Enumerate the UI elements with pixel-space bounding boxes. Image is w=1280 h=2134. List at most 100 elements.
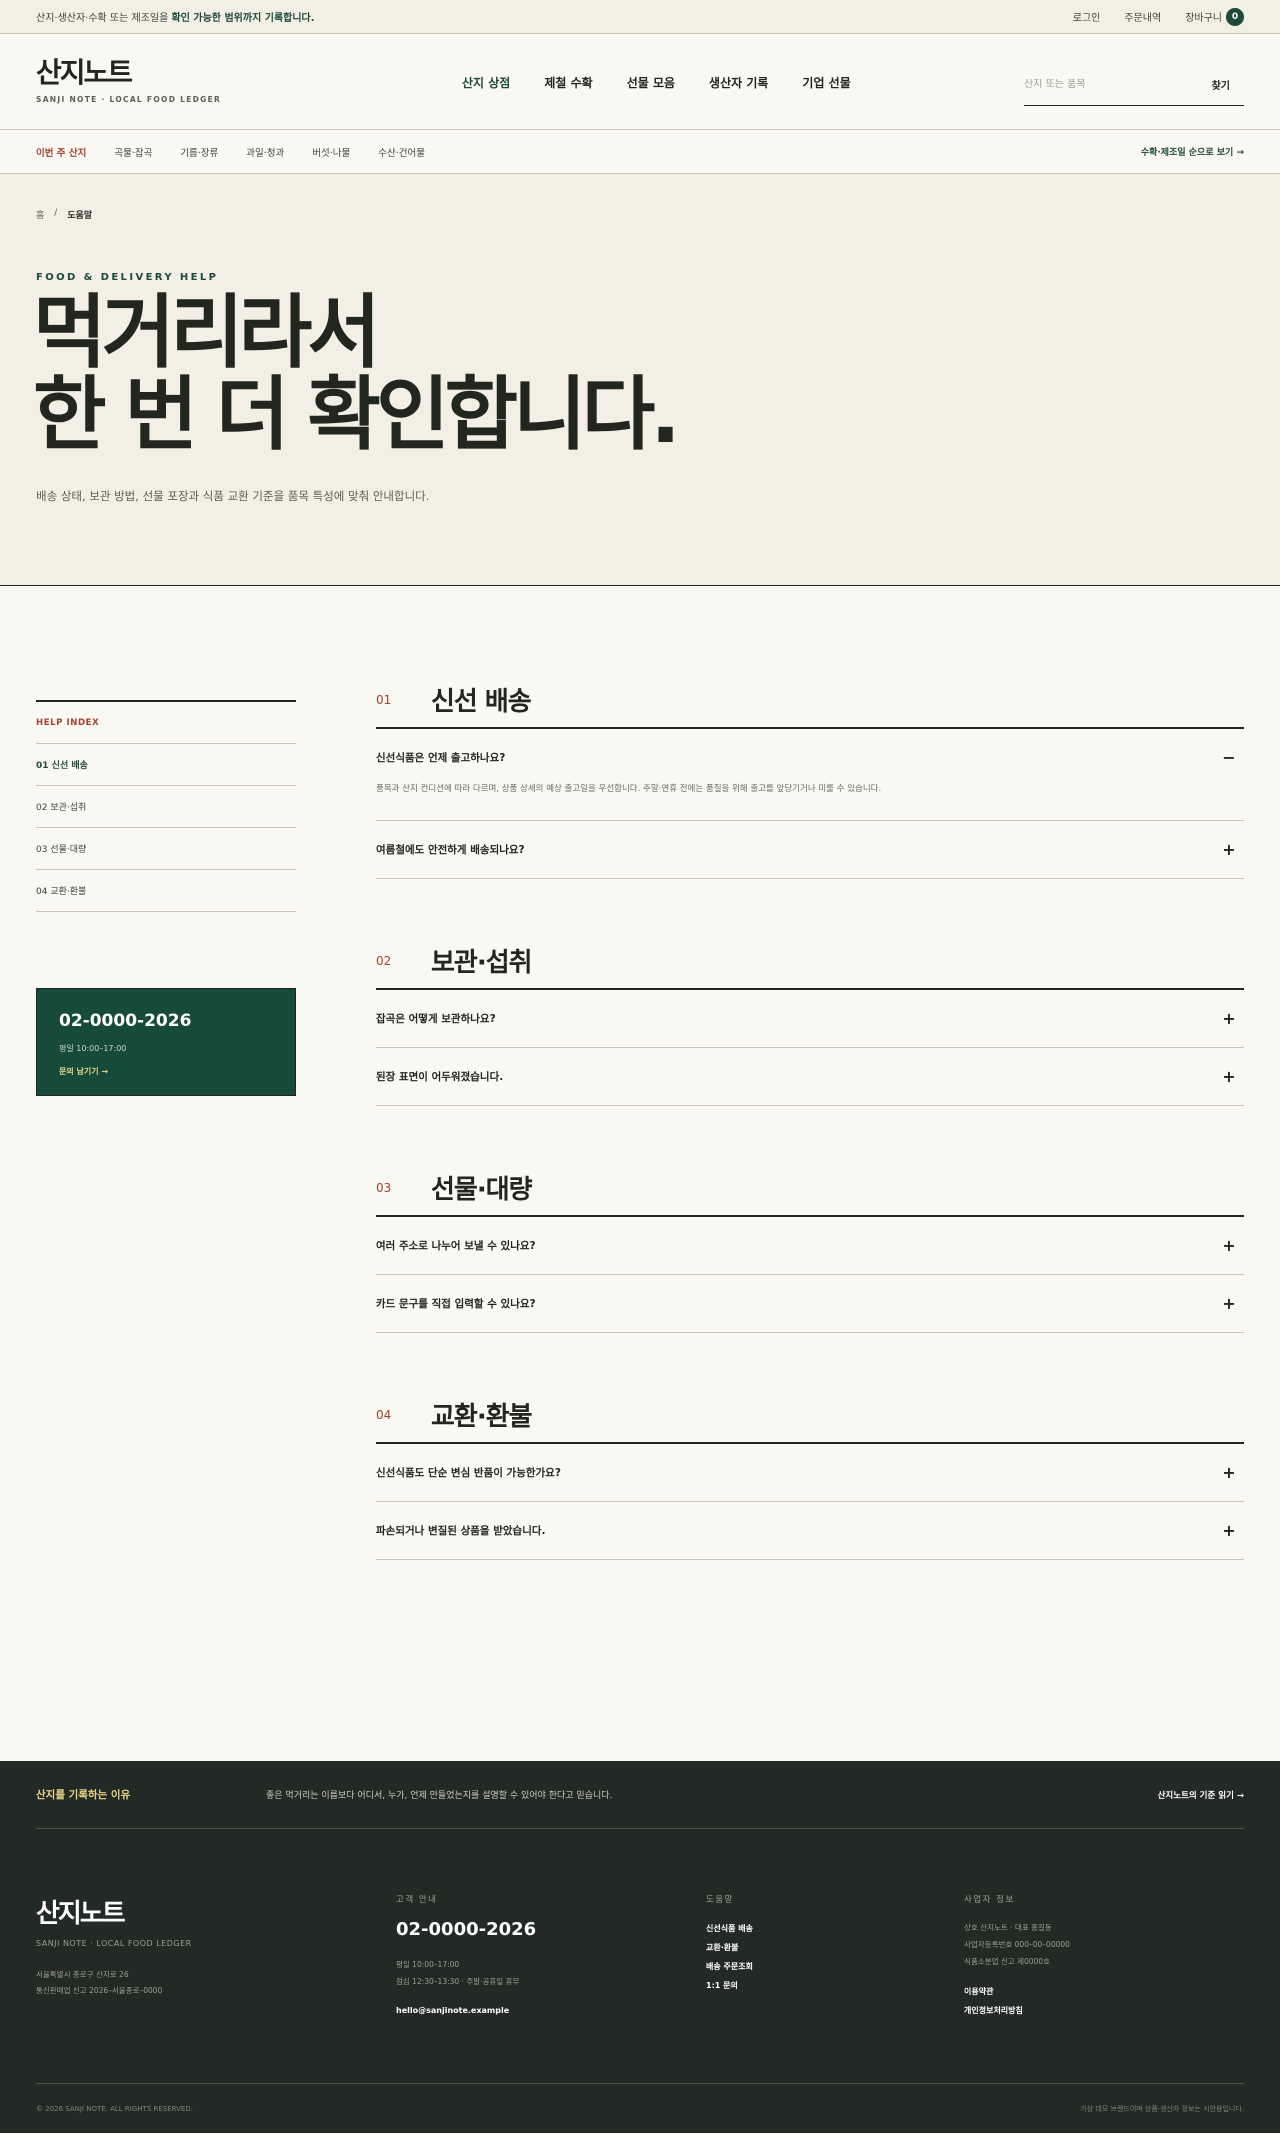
- expand-icon[interactable]: +: [1222, 1294, 1236, 1313]
- footer-bottom-bar: © 2026 SANJI NOTE. ALL RIGHTS RESERVED. …: [36, 2083, 1244, 2133]
- faq-item: 카드 문구를 직접 입력할 수 있나요? +: [376, 1275, 1244, 1333]
- breadcrumb-separator: /: [54, 208, 58, 218]
- contact-hours: 평일 10:00–17:00: [59, 1044, 127, 1053]
- expand-icon[interactable]: +: [1222, 1067, 1236, 1086]
- footer-column-title: 사업자 정보: [964, 1895, 1015, 1905]
- footer-business-line: 사업자등록번호 000–00–00000: [964, 1940, 1070, 1949]
- help-index-item-delivery[interactable]: 01 신선 배송: [36, 744, 296, 786]
- faq-section-number: 04: [376, 1407, 392, 1422]
- expand-icon[interactable]: +: [1222, 1009, 1236, 1028]
- faq-item: 된장 표면이 어두워졌습니다. +: [376, 1048, 1244, 1106]
- expand-icon[interactable]: +: [1222, 840, 1236, 859]
- faq-section-gifts: 03 선물·대량 여러 주소로 나누어 보낼 수 있나요? + 카드 문구를 직…: [376, 1160, 1244, 1333]
- logo-title: 산지노트: [36, 56, 133, 89]
- nav-item-shop[interactable]: 산지 상점: [462, 74, 510, 91]
- expand-icon[interactable]: +: [1222, 1463, 1236, 1482]
- faq-item: 파손되거나 변질된 상품을 받았습니다. +: [376, 1502, 1244, 1560]
- faq-question[interactable]: 여러 주소로 나누어 보낼 수 있나요? +: [376, 1217, 1244, 1274]
- nav-item-gifts[interactable]: 선물 모음: [627, 74, 675, 91]
- faq-section-number: 01: [376, 692, 392, 707]
- footer-logo: 산지노트: [36, 1899, 126, 1929]
- category-bar: 이번 주 산지 곡물·잡곡 기름·장류 과일·청과 버섯·나물 수산·건어물 수…: [0, 130, 1280, 174]
- faq-section-delivery: 01 신선 배송 신선식품은 언제 출고하나요? − 품목과 산지 컨디션에 따…: [376, 672, 1244, 879]
- hero-section: 홈 / 도움말 FOOD & DELIVERY HELP 먹거리라서 한 번 더…: [0, 174, 1280, 586]
- footer-column-title: 고객 안내: [396, 1895, 438, 1905]
- login-link[interactable]: 로그인: [1073, 9, 1101, 24]
- faq-question[interactable]: 잡곡은 어떻게 보관하나요? +: [376, 990, 1244, 1047]
- logo-subtitle: SANJI NOTE · LOCAL FOOD LEDGER: [36, 95, 222, 104]
- breadcrumb-current: 도움말: [67, 211, 93, 221]
- logo[interactable]: 산지노트 SANJI NOTE · LOCAL FOOD LEDGER: [36, 56, 222, 105]
- faq-item: 여름철에도 안전하게 배송되나요? +: [376, 821, 1244, 879]
- faq-question[interactable]: 파손되거나 변질된 상품을 받았습니다. +: [376, 1502, 1244, 1559]
- faq-question[interactable]: 신선식품도 단순 변심 반품이 가능한가요? +: [376, 1444, 1244, 1501]
- faq-question-text: 신선식품도 단순 변심 반품이 가능한가요?: [376, 1467, 561, 1479]
- footer-mission-bar: 산지를 기록하는 이유 좋은 먹거리는 이름보다 어디서, 누가, 언제 만들었…: [36, 1761, 1244, 1829]
- faq-item: 신선식품은 언제 출고하나요? − 품목과 산지 컨디션에 따라 다르며, 상품…: [376, 729, 1244, 821]
- notice-highlight: 확인 가능한 범위까지 기록합니다.: [171, 13, 315, 24]
- footer-address-line: 서울특별시 종로구 산지로 26: [36, 1970, 129, 1979]
- faq-question[interactable]: 여름철에도 안전하게 배송되나요? +: [376, 821, 1244, 878]
- footer-help-links: 도움말 신선식품 배송 교환·환불 배송 주문조회 1:1 문의: [706, 1893, 753, 1995]
- faq-section-title: 보관·섭취: [431, 948, 533, 978]
- cart-link[interactable]: 장바구니 0: [1185, 7, 1244, 26]
- faq-section-number: 03: [376, 1180, 392, 1195]
- hero-description: 배송 상태, 보관 방법, 선물 포장과 식품 교환 기준을 품목 특성에 맞춰…: [36, 489, 430, 503]
- faq-question[interactable]: 된장 표면이 어두워졌습니다. +: [376, 1048, 1244, 1105]
- read-standards-link[interactable]: 산지노트의 기준 읽기 →: [1158, 1789, 1244, 1801]
- top-notice-bar: 산지·생산자·수확 또는 제조일을 확인 가능한 범위까지 기록합니다. 로그인…: [0, 0, 1280, 34]
- footer-link-inquiry[interactable]: 1:1 문의: [706, 1976, 753, 1995]
- help-index-item-gifts[interactable]: 03 선물·대량: [36, 828, 296, 870]
- footer-mission-title: 산지를 기록하는 이유: [36, 1789, 131, 1801]
- footer-link-delivery[interactable]: 신선식품 배송: [706, 1919, 753, 1938]
- help-index: HELP INDEX 01 신선 배송 02 보관·섭취 03 선물·대량 04…: [36, 700, 296, 912]
- footer-phone: 02-0000-2026: [396, 1919, 537, 1940]
- collapse-icon[interactable]: −: [1222, 748, 1236, 767]
- faq-item: 잡곡은 어떻게 보관하나요? +: [376, 990, 1244, 1048]
- site-footer: 산지를 기록하는 이유 좋은 먹거리는 이름보다 어디서, 누가, 언제 만들었…: [0, 1761, 1280, 2133]
- help-index-item-refund[interactable]: 04 교환·환불: [36, 870, 296, 912]
- category-seafood[interactable]: 수산·건어물: [378, 145, 425, 159]
- cart-count-badge: 0: [1226, 7, 1244, 26]
- main-nav: 산지 상점 제철 수확 선물 모음 생산자 기록 기업 선물: [462, 34, 851, 130]
- footer-business-line: 식품소분업 신고 제0000호: [964, 1957, 1050, 1966]
- notice-text: 산지·생산자·수확 또는 제조일을 확인 가능한 범위까지 기록합니다.: [36, 13, 315, 24]
- help-index-item-storage[interactable]: 02 보관·섭취: [36, 786, 296, 828]
- footer-mission-text: 좋은 먹거리는 이름보다 어디서, 누가, 언제 만들었는지를 설명할 수 있어…: [266, 1791, 613, 1801]
- sort-by-harvest-link[interactable]: 수확·제조일 순으로 보기 →: [1141, 145, 1244, 158]
- category-grains[interactable]: 곡물·잡곡: [114, 145, 152, 159]
- footer-link-terms[interactable]: 이용약관: [964, 1982, 1070, 2001]
- copyright: © 2026 SANJI NOTE. ALL RIGHTS RESERVED.: [36, 2104, 193, 2113]
- faq-question-text: 잡곡은 어떻게 보관하나요?: [376, 1013, 496, 1025]
- search-button[interactable]: 찾기: [1212, 77, 1244, 92]
- category-fruit[interactable]: 과일·청과: [246, 145, 284, 159]
- category-mushroom[interactable]: 버섯·나물: [312, 145, 350, 159]
- footer-column-title: 도움말: [706, 1895, 734, 1905]
- faq-section-header: 03 선물·대량: [376, 1160, 1244, 1217]
- expand-icon[interactable]: +: [1222, 1521, 1236, 1540]
- category-oil-sauce[interactable]: 기름·장류: [180, 145, 218, 159]
- nav-item-corporate[interactable]: 기업 선물: [802, 74, 850, 91]
- footer-business-info: 사업자 정보 상호 산지노트 · 대표 홍길동 사업자등록번호 000–00–0…: [964, 1893, 1070, 2020]
- faq-question[interactable]: 카드 문구를 직접 입력할 수 있나요? +: [376, 1275, 1244, 1332]
- footer-link-refund[interactable]: 교환·환불: [706, 1938, 753, 1957]
- expand-icon[interactable]: +: [1222, 1236, 1236, 1255]
- footer-business-line: 상호 산지노트 · 대표 홍길동: [964, 1923, 1052, 1932]
- footer-disclaimer: 가상 데모 브랜드이며 상품·생산자 정보는 시안용입니다.: [1080, 2104, 1244, 2113]
- orders-link[interactable]: 주문내역: [1124, 9, 1161, 24]
- nav-item-producers[interactable]: 생산자 기록: [709, 74, 768, 91]
- search-bar: 찾기: [1024, 64, 1244, 106]
- nav-item-season[interactable]: 제철 수확: [544, 74, 592, 91]
- search-input[interactable]: [1024, 79, 1184, 90]
- utility-links: 로그인 주문내역 장바구니 0: [1073, 7, 1244, 26]
- category-this-week[interactable]: 이번 주 산지: [36, 145, 86, 159]
- footer-email-link[interactable]: hello@sanjinote.example: [396, 2006, 536, 2015]
- footer-link-privacy[interactable]: 개인정보처리방침: [964, 2001, 1070, 2020]
- faq-section-refund: 04 교환·환불 신선식품도 단순 변심 반품이 가능한가요? + 파손되거나 …: [376, 1387, 1244, 1560]
- breadcrumb-home[interactable]: 홈: [36, 208, 44, 221]
- page-title: 먹거리라서 한 번 더 확인합니다.: [33, 292, 681, 456]
- faq-item: 여러 주소로 나누어 보낼 수 있나요? +: [376, 1217, 1244, 1275]
- leave-inquiry-link[interactable]: 문의 남기기 →: [59, 1066, 273, 1077]
- faq-section-title: 선물·대량: [431, 1175, 533, 1205]
- footer-link-order-lookup[interactable]: 배송 주문조회: [706, 1957, 753, 1976]
